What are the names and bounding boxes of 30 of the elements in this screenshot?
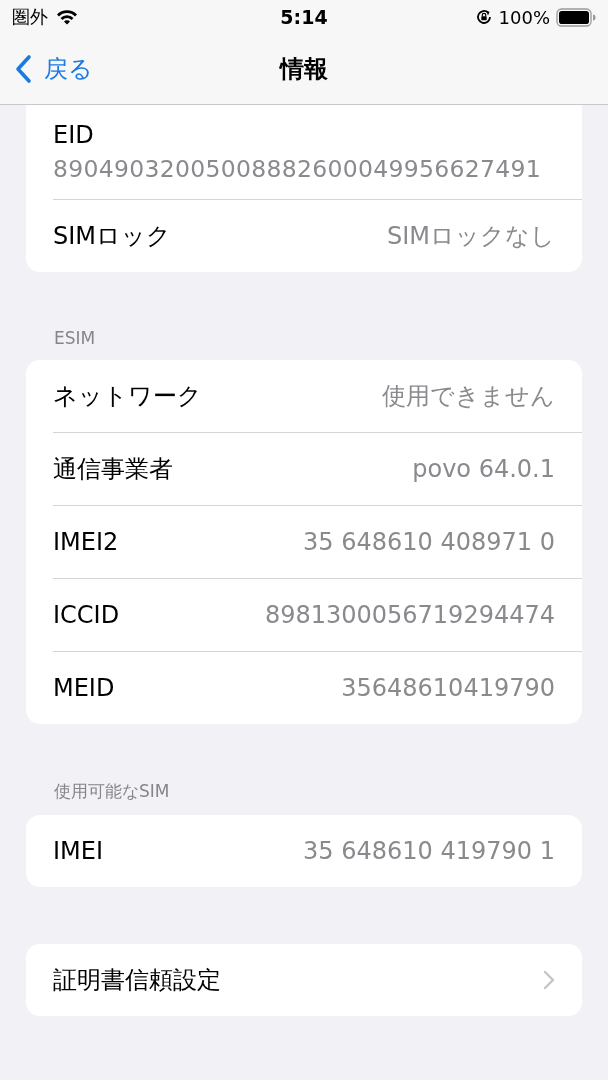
back-label: 戻る: [44, 54, 93, 85]
row-label: ICCID: [53, 601, 120, 629]
row-value: 8981300056719294474: [264, 601, 555, 629]
battery-percent: 100%: [498, 6, 550, 28]
wifi-icon: [56, 9, 78, 25]
row-label: ネットワーク: [53, 381, 202, 412]
row-label: IMEI: [53, 837, 104, 865]
screen-title: 情報: [280, 54, 328, 85]
row-value: povo 64.0.1: [412, 455, 555, 483]
row-label: MEID: [53, 674, 115, 702]
row-label: 通信事業者: [53, 454, 173, 485]
clock-time: 5:14: [280, 6, 328, 28]
section-header: 使用可能なSIM: [53, 780, 171, 803]
chevron-left-icon: [14, 54, 32, 84]
back-button[interactable]: 戻る: [0, 53, 93, 85]
row-value: 35 648610 408971 0: [303, 528, 555, 556]
chevron-right-icon: [543, 970, 555, 990]
row-label[interactable]: 証明書信頼設定: [53, 964, 221, 996]
carrier-text: 圏外: [12, 5, 48, 29]
rotation-lock-icon: [474, 8, 493, 26]
row-label: IMEI2: [53, 528, 119, 556]
row-value: 89049032005008882600049956627491: [53, 155, 542, 183]
row-value: 使用できません: [382, 381, 555, 412]
row-value: SIMロックなし: [386, 221, 555, 252]
section-header: ESIM: [53, 328, 97, 350]
row-label: SIMロック: [53, 221, 172, 252]
battery-icon: [556, 7, 596, 27]
row-value: 35 648610 419790 1: [303, 837, 555, 865]
row-label: EID: [53, 121, 94, 149]
row-value: 35648610419790: [341, 674, 555, 702]
